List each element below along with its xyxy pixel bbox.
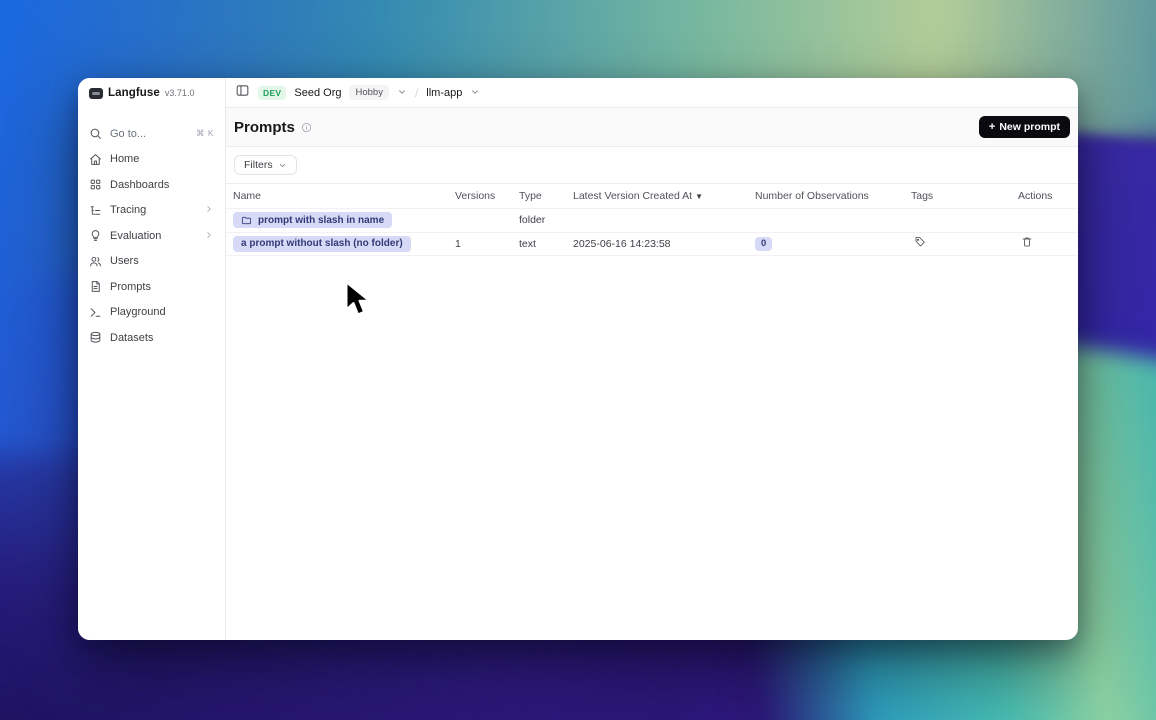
filters-button[interactable]: Filters <box>234 155 297 175</box>
page-header: Prompts + New prompt <box>226 108 1078 147</box>
column-header-actions: Actions <box>1018 190 1078 202</box>
column-header-tags[interactable]: Tags <box>911 190 1018 202</box>
org-selector[interactable]: Seed Org <box>294 87 341 99</box>
home-icon <box>89 153 102 166</box>
sidebar-item-label: Datasets <box>110 332 153 344</box>
column-header-type[interactable]: Type <box>519 190 573 202</box>
sidebar-item-datasets[interactable]: Datasets <box>78 325 225 351</box>
trash-icon[interactable] <box>1018 236 1033 248</box>
observations-cell: 0 <box>755 237 911 251</box>
app-logo-row: Langfuse v3.71.0 <box>78 78 225 108</box>
sidebar-toggle-icon[interactable] <box>235 83 250 103</box>
project-selector[interactable]: llm-app <box>426 87 462 99</box>
sidebar-item-dashboards[interactable]: Dashboards <box>78 172 225 198</box>
sidebar-item-label: Tracing <box>110 204 146 216</box>
plus-icon: + <box>989 122 995 133</box>
prompt-name-pill[interactable]: prompt with slash in name <box>233 212 392 228</box>
app-window: Langfuse v3.71.0 Go to... ⌘ K Home Dashb… <box>78 78 1078 640</box>
app-version: v3.71.0 <box>165 88 195 98</box>
goto-search[interactable]: Go to... ⌘ K <box>78 121 225 147</box>
sidebar-item-tracing[interactable]: Tracing <box>78 198 225 224</box>
observations-count-badge: 0 <box>755 237 772 251</box>
datasets-icon <box>89 331 102 344</box>
type-cell: text <box>519 238 573 250</box>
new-prompt-button[interactable]: + New prompt <box>979 116 1070 138</box>
column-header-versions[interactable]: Versions <box>455 190 519 202</box>
filters-label: Filters <box>244 159 273 171</box>
dashboards-icon <box>89 178 102 191</box>
column-header-name[interactable]: Name <box>233 190 455 202</box>
prompt-name: prompt with slash in name <box>258 215 384 226</box>
chevron-right-icon <box>204 227 214 245</box>
langfuse-logo-icon <box>89 88 103 99</box>
prompts-table: Name Versions Type Latest Version Create… <box>226 183 1078 256</box>
filters-bar: Filters <box>226 147 1078 183</box>
sort-desc-icon: ▼ <box>695 192 703 201</box>
sidebar-item-evaluation[interactable]: Evaluation <box>78 223 225 249</box>
users-icon <box>89 255 102 268</box>
sidebar-item-label: Prompts <box>110 281 151 293</box>
table-row[interactable]: prompt with slash in name folder <box>226 209 1078 233</box>
tracing-icon <box>89 204 102 217</box>
new-prompt-label: New prompt <box>999 121 1060 133</box>
chevron-down-icon[interactable] <box>470 84 480 102</box>
chevron-right-icon <box>204 201 214 219</box>
column-header-created-at[interactable]: Latest Version Created At▼ <box>573 190 755 202</box>
plan-badge[interactable]: Hobby <box>349 85 388 100</box>
sidebar: Langfuse v3.71.0 Go to... ⌘ K Home Dashb… <box>78 78 225 640</box>
breadcrumb-separator: / <box>415 86 418 100</box>
sidebar-item-users[interactable]: Users <box>78 249 225 275</box>
chevron-down-icon[interactable] <box>397 84 407 102</box>
sidebar-item-prompts[interactable]: Prompts <box>78 274 225 300</box>
page-title: Prompts <box>234 119 295 136</box>
info-icon[interactable] <box>301 122 312 133</box>
tag-icon[interactable] <box>911 236 926 248</box>
sidebar-item-playground[interactable]: Playground <box>78 300 225 326</box>
prompt-name: a prompt without slash (no folder) <box>241 238 403 249</box>
goto-label: Go to... <box>110 128 146 140</box>
main-area: DEV Seed Org Hobby / llm-app Prompts + N… <box>225 78 1078 640</box>
prompts-icon <box>89 280 102 293</box>
table-header-row: Name Versions Type Latest Version Create… <box>226 184 1078 209</box>
prompt-name-pill[interactable]: a prompt without slash (no folder) <box>233 236 411 252</box>
sidebar-item-home[interactable]: Home <box>78 147 225 173</box>
folder-icon <box>241 215 252 226</box>
env-badge: DEV <box>258 86 286 100</box>
chevron-down-icon <box>278 161 287 170</box>
actions-cell <box>1018 236 1078 251</box>
playground-icon <box>89 306 102 319</box>
column-header-observations[interactable]: Number of Observations <box>755 190 911 202</box>
table-row[interactable]: a prompt without slash (no folder) 1 tex… <box>226 233 1078 257</box>
column-header-label: Latest Version Created At <box>573 190 692 202</box>
search-icon <box>89 127 102 140</box>
sidebar-item-label: Evaluation <box>110 230 161 242</box>
app-name: Langfuse <box>108 87 160 99</box>
sidebar-item-label: Dashboards <box>110 179 169 191</box>
versions-cell: 1 <box>455 238 519 250</box>
tags-cell <box>911 236 1018 251</box>
evaluation-icon <box>89 229 102 242</box>
goto-shortcut: ⌘ K <box>196 128 214 139</box>
sidebar-item-label: Home <box>110 153 139 165</box>
type-cell: folder <box>519 214 573 226</box>
sidebar-item-label: Users <box>110 255 139 267</box>
desktop: { "app": { "name": "Langfuse", "version"… <box>0 0 1156 720</box>
created-at-cell: 2025-06-16 14:23:58 <box>573 238 755 250</box>
sidebar-item-label: Playground <box>110 306 166 318</box>
topbar: DEV Seed Org Hobby / llm-app <box>226 78 1078 108</box>
